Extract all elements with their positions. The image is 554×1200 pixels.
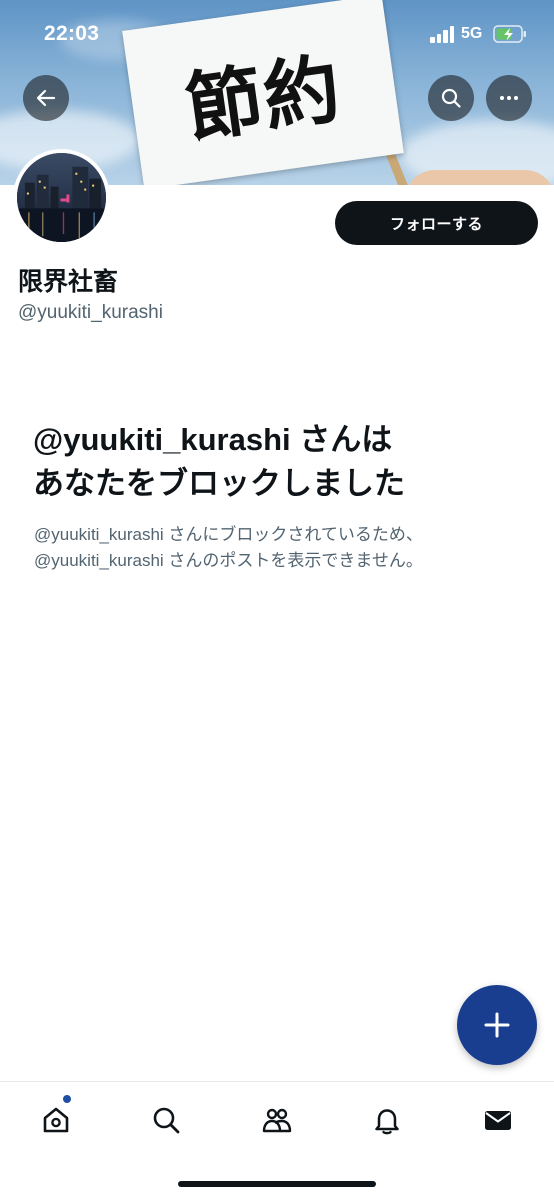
more-dots-icon: [500, 96, 518, 100]
tab-search[interactable]: [146, 1100, 186, 1140]
blocked-description: @yuukiti_kurashi さんにブロックされているため、 @yuukit…: [34, 522, 534, 574]
more-button[interactable]: [486, 75, 532, 121]
blocked-description-line: @yuukiti_kurashi さんにブロックされているため、: [34, 525, 423, 544]
home-icon: [43, 1107, 69, 1133]
search-icon: [153, 1107, 180, 1134]
back-button[interactable]: [23, 75, 69, 121]
follow-button[interactable]: フォローする: [335, 201, 538, 245]
plus-icon: [484, 1012, 510, 1038]
search-button[interactable]: [428, 75, 474, 121]
arrow-left-icon: [36, 89, 56, 107]
status-bar: 22:03 5G: [0, 0, 554, 70]
tab-communities[interactable]: [257, 1100, 297, 1140]
tab-messages[interactable]: [478, 1100, 518, 1140]
search-icon: [441, 88, 461, 108]
blocked-title-line: あなたをブロックしました: [33, 466, 405, 501]
compose-post-button[interactable]: [457, 985, 537, 1065]
blocked-title: @yuukiti_kurashi さんは あなたをブロックしました: [33, 418, 533, 506]
cellular-signal-icon: [430, 26, 456, 43]
avatar[interactable]: [13, 149, 110, 246]
status-time: 22:03: [44, 22, 100, 45]
network-type: 5G: [461, 25, 483, 42]
avatar-image: [17, 153, 106, 242]
blocked-description-line: @yuukiti_kurashi さんのポストを表示できません。: [34, 551, 423, 570]
home-indicator: [178, 1181, 376, 1187]
bell-icon: [375, 1109, 399, 1135]
blocked-title-line: @yuukiti_kurashi さんは: [33, 422, 393, 457]
profile-display-name: 限界社畜: [18, 267, 119, 296]
communities-icon: [262, 1108, 292, 1133]
tab-notifications[interactable]: [367, 1100, 407, 1140]
banner-hand: [405, 170, 554, 185]
tab-home[interactable]: [36, 1100, 76, 1140]
profile-handle: @yuukiti_kurashi: [18, 302, 163, 323]
home-notification-badge: [62, 1094, 72, 1104]
envelope-icon: [485, 1111, 511, 1130]
battery-charging-icon: [493, 25, 526, 43]
